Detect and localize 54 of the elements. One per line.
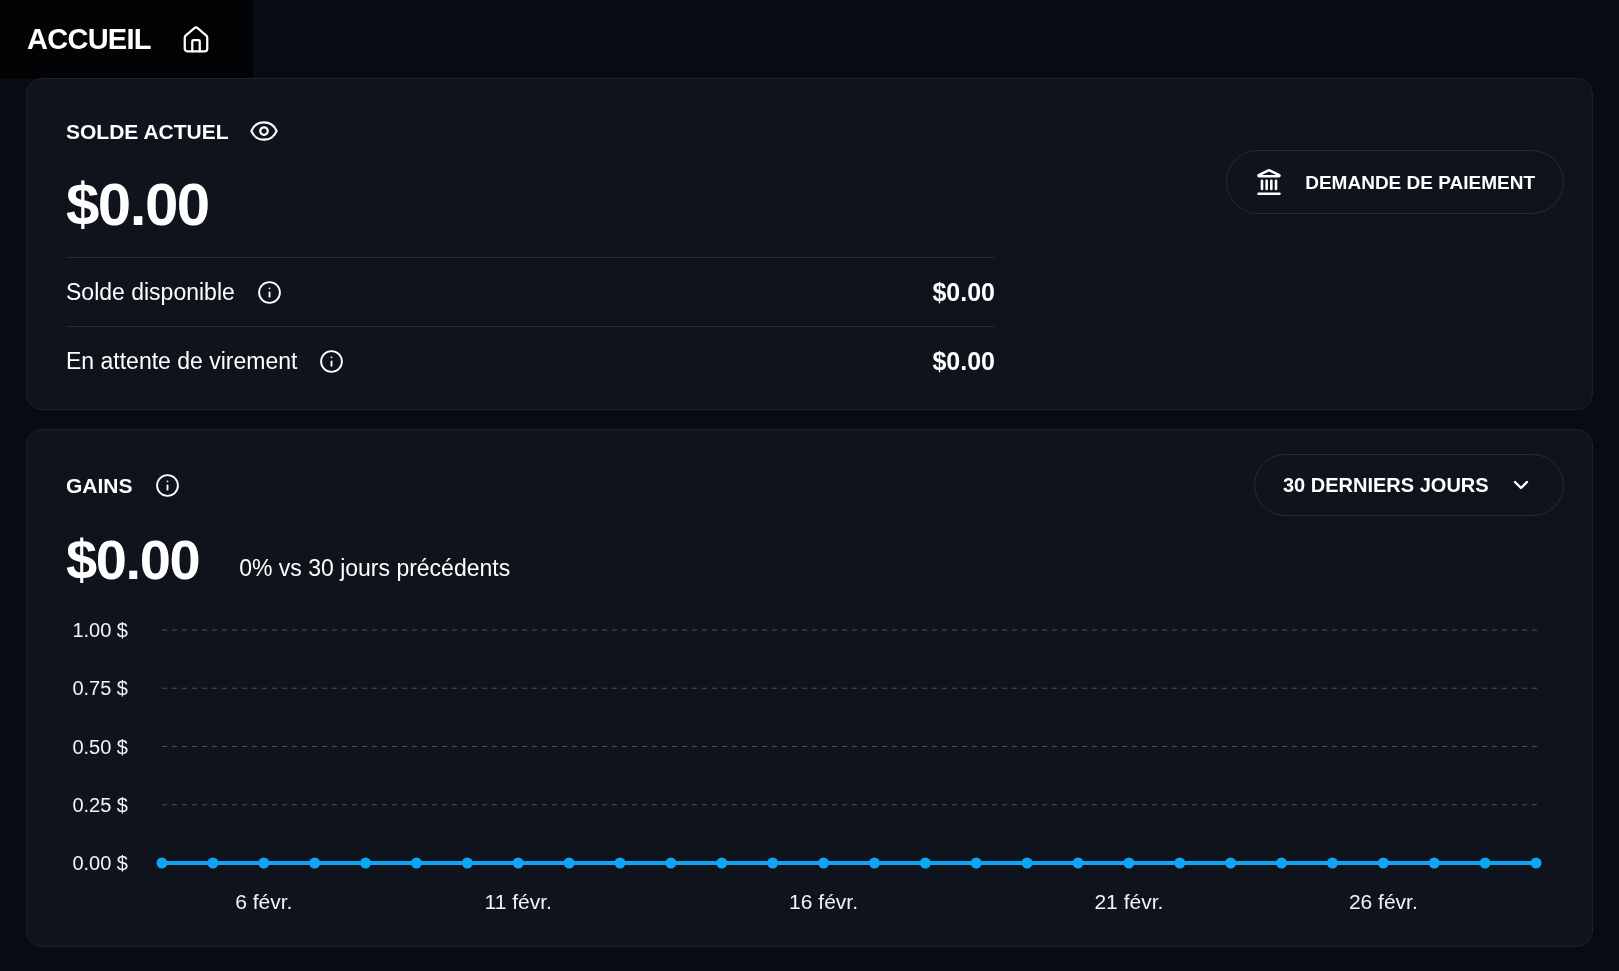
earnings-amount: $0.00 [66,532,200,588]
data-point [1123,857,1135,869]
balance-row-label: Solde disponible [66,280,235,304]
page-title: ACCUEIL [27,25,151,54]
data-point [767,857,779,869]
card-title: GAINS [66,474,133,496]
y-axis-label: 1.00 $ [72,619,128,641]
data-point [1326,857,1338,869]
data-point [461,857,473,869]
balance-row-value: $0.00 [932,279,995,305]
payment-request-button[interactable]: DEMANDE DE PAIEMENT [1226,150,1564,214]
data-point [868,857,880,869]
info-icon[interactable] [319,348,345,374]
data-point [665,857,677,869]
y-axis-label: 0.50 $ [72,735,128,758]
data-point [512,857,524,869]
data-point [716,857,728,869]
x-axis-label: 26 févr. [1348,890,1418,913]
data-point [1072,857,1084,869]
data-point [919,857,931,869]
x-axis-label: 16 févr. [789,890,858,913]
data-point [1530,857,1542,869]
data-point [207,857,219,869]
y-axis-label: 0.75 $ [72,677,128,700]
data-point [360,857,372,869]
data-point [1428,857,1440,869]
data-point [156,857,168,869]
data-point [818,857,830,869]
data-point [410,857,422,869]
data-point [1479,857,1491,869]
data-point [258,857,270,869]
balance-row-label: En attente de virement [66,349,298,373]
bank-icon [1255,168,1284,196]
data-point [1276,857,1288,869]
card-title: SOLDE ACTUEL [66,120,229,142]
balance-amount: $0.00 [66,175,209,235]
y-axis-label: 0.00 $ [72,852,128,874]
data-point [1174,857,1186,869]
x-axis-label: 21 févr. [1094,890,1164,913]
data-point [1377,857,1389,869]
y-axis-label: 0.25 $ [72,793,128,816]
comparison-text: 0% vs 30 jours précédents [239,557,511,580]
info-icon[interactable] [256,279,282,305]
info-icon[interactable] [154,472,180,498]
x-axis-label: 11 févr. [484,890,552,913]
data-point [309,857,321,869]
period-dropdown[interactable]: 30 DERNIERS JOURS [1254,454,1564,516]
data-point [563,857,575,869]
data-point [1021,857,1033,869]
data-point [970,857,982,869]
balance-row-value: $0.00 [932,348,995,374]
x-axis-label: 6 févr. [235,890,293,913]
data-point [614,857,626,869]
data-point [1225,857,1237,869]
